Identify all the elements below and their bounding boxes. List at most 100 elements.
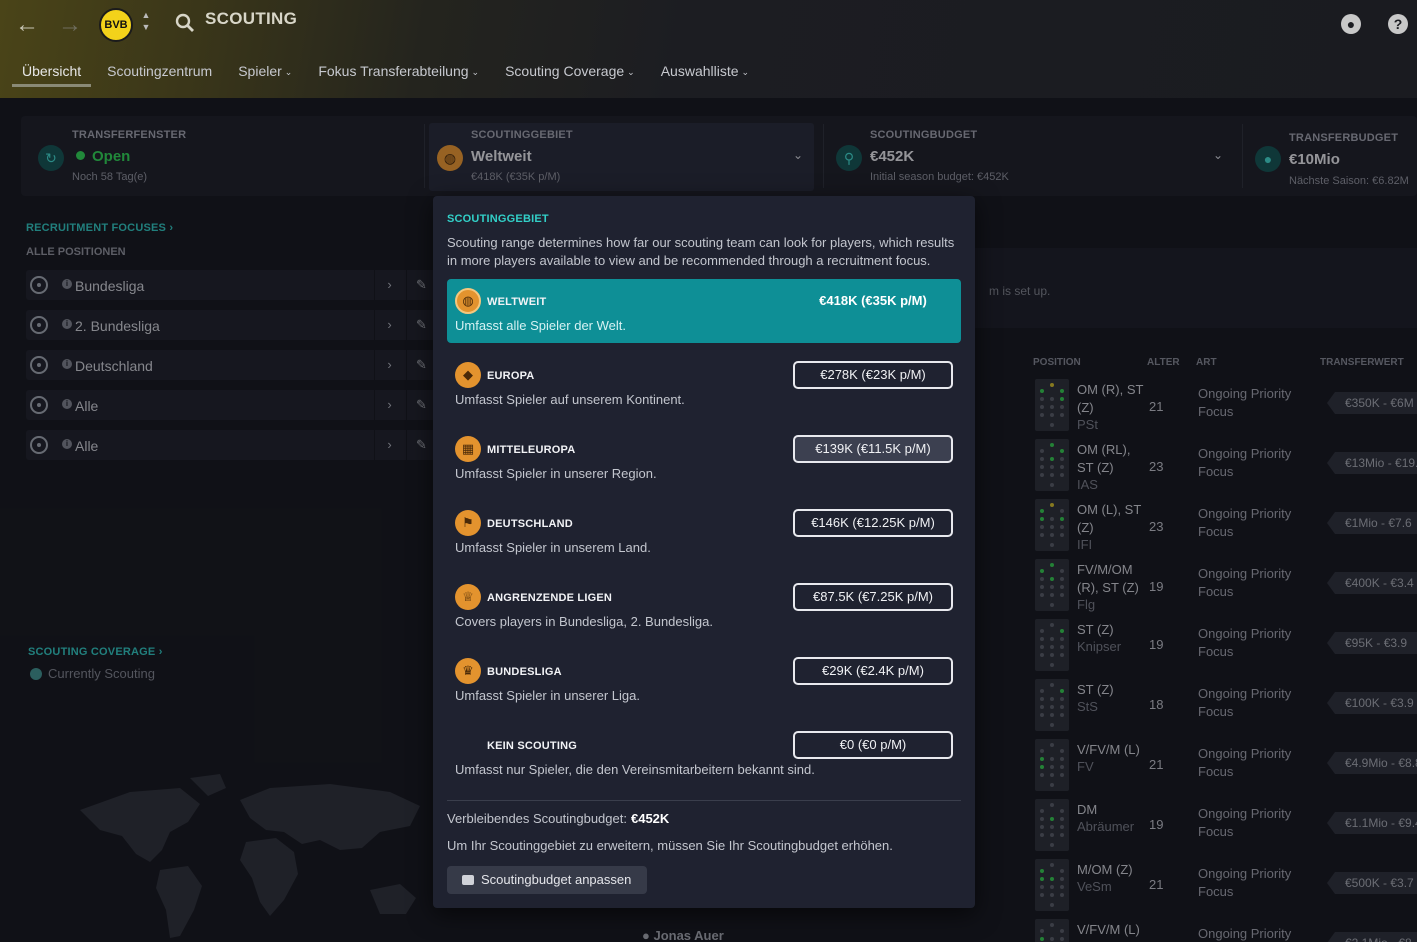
option-cost-button[interactable]: €0 (€0 p/M) [793,731,953,759]
edit-icon[interactable]: ✎ [406,430,436,460]
column-header-position[interactable]: POSITION [1033,357,1081,368]
pitch-dot [1050,473,1054,477]
recruitment-focuses-link[interactable]: RECRUITMENT FOCUSES › [26,222,173,234]
table-row[interactable]: FV/M/OM (R), ST (Z) Flg 19 Ongoing Priority… [1030,555,1417,615]
pitch-dot [1040,869,1044,873]
player-age: 23 [1149,519,1164,534]
pitch-dot [1050,577,1054,581]
option-name: WELTWEIT [487,296,547,308]
option-cost-button[interactable]: €278K (€23K p/M) [793,361,953,389]
tab-players[interactable]: Spieler ⌄ [228,55,302,87]
scouting-option-angrenzende-ligen[interactable]: ♕ ANGRENZENDE LIGEN €87.5K (€7.25K p/M) Cov… [447,575,961,639]
table-row[interactable]: V/FV/M (L) FV 21 Ongoing Priority Focus €4.9… [1030,735,1417,795]
player-name[interactable]: ● Jonas Auer [642,928,724,942]
table-row[interactable]: ST (Z) StS 18 Ongoing Priority Focus €100K -… [1030,675,1417,735]
focus-row[interactable]: i Bundesliga › ✎ ✕ [26,270,455,300]
pitch-dot [1060,765,1064,769]
pitch-dot [1060,877,1064,881]
notification-ball-icon[interactable]: ● [1341,14,1361,34]
chevron-right-icon[interactable]: › [374,390,404,420]
chevron-down-icon: ⌄ [741,67,750,77]
flag-icon: ⚑ [455,510,481,536]
table-row[interactable]: OM (RL), ST (Z) IAS 23 Ongoing Priority Foc… [1030,435,1417,495]
table-row[interactable]: M/OM (Z) VeSm 21 Ongoing Priority Focus €500… [1030,855,1417,915]
position-pitch-icon [1035,859,1069,911]
player-age: 19 [1149,637,1164,652]
option-cost-button[interactable]: €418K (€35K p/M) [793,287,953,315]
tab-shortlist[interactable]: Auswahlliste ⌄ [651,55,759,87]
table-row[interactable]: V/FV/M (L) Ongoing Priority €2.1Mio - €8 [1030,915,1417,942]
scouting-area-popup: SCOUTINGGEBIET Scouting range determines… [433,196,975,908]
pitch-dot [1050,765,1054,769]
pitch-dot [1040,517,1044,521]
chevron-down-icon[interactable]: ⌄ [1213,148,1223,162]
club-switch-chevron-icon[interactable]: ▲ ▼ [139,9,153,39]
tab-scouting-center[interactable]: Scoutingzentrum [97,55,222,87]
table-row[interactable]: OM (R), ST (Z) PSt 21 Ongoing Priority Focu… [1030,375,1417,435]
edit-icon[interactable]: ✎ [406,270,436,300]
info-icon[interactable]: i [62,279,72,289]
chevron-down-icon[interactable]: ⌄ [793,148,803,162]
scouting-option-deutschland[interactable]: ⚑ DEUTSCHLAND €146K (€12.25K p/M) Umfasst S… [447,501,961,565]
scouting-option-weltweit[interactable]: ◍ WELTWEIT €418K (€35K p/M) Umfasst alle Sp… [447,279,961,343]
edit-icon[interactable]: ✎ [406,310,436,340]
scouting-option-europa[interactable]: ◆ EUROPA €278K (€23K p/M) Umfasst Spieler a… [447,353,961,417]
target-icon [30,356,48,374]
table-row[interactable]: ST (Z) Knipser 19 Ongoing Priority Focus €95… [1030,615,1417,675]
world-map[interactable] [70,770,430,942]
column-header-type[interactable]: ART [1196,357,1217,368]
scouting-area-value: Weltweit [471,148,532,165]
chevron-right-icon[interactable]: › [374,350,404,380]
focus-row[interactable]: i Alle › ✎ ✕ [26,430,455,460]
pitch-dot [1050,903,1054,907]
club-crest[interactable]: BVB [99,8,133,42]
focus-type: Ongoing Priority [1198,926,1292,941]
adjust-budget-button[interactable]: Scoutingbudget anpassen [447,866,647,894]
back-arrow-icon[interactable]: ← [12,10,42,40]
scouting-budget-cell[interactable]: ⚲ SCOUTINGBUDGET €452K Initial season bu… [826,116,1236,196]
coverage-legend-label: Currently Scouting [48,666,155,681]
scouting-option-bundesliga[interactable]: ♛ BUNDESLIGA €29K (€2.4K p/M) Umfasst Spiel… [447,649,961,713]
pitch-dot [1060,397,1064,401]
trophy-ribbon-icon: ♕ [455,584,481,610]
chevron-right-icon[interactable]: › [374,270,404,300]
option-cost-button[interactable]: €146K (€12.25K p/M) [793,509,953,537]
info-icon[interactable]: i [62,359,72,369]
info-icon[interactable]: i [62,399,72,409]
scouting-area-cell[interactable]: ◍ SCOUTINGGEBIET Weltweit €418K (€35K p/… [429,116,814,196]
edit-icon[interactable]: ✎ [406,390,436,420]
chevron-right-icon[interactable]: › [374,310,404,340]
scouting-coverage-link[interactable]: SCOUTING COVERAGE › [28,646,163,658]
focus-row[interactable]: i Deutschland › ✎ ✕ [26,350,455,380]
focus-row[interactable]: i Alle › ✎ ✕ [26,390,455,420]
chevron-right-icon[interactable]: › [374,430,404,460]
focus-row[interactable]: i 2. Bundesliga › ✎ ✕ [26,310,455,340]
option-cost-button[interactable]: €87.5K (€7.25K p/M) [793,583,953,611]
pitch-dot [1050,757,1054,761]
tab-scouting-coverage[interactable]: Scouting Coverage ⌄ [495,55,645,87]
option-cost-button[interactable]: €29K (€2.4K p/M) [793,657,953,685]
south-america-shape [156,866,202,938]
column-header-value[interactable]: TRANSFERWERT [1320,357,1404,368]
search-icon[interactable] [174,12,196,34]
column-header-age[interactable]: ALTER [1147,357,1180,368]
edit-icon[interactable]: ✎ [406,350,436,380]
option-name: KEIN SCOUTING [487,740,577,752]
tab-transfer-focus[interactable]: Fokus Transferabteilung ⌄ [308,55,489,87]
info-icon[interactable]: i [62,319,72,329]
info-icon[interactable]: i [62,439,72,449]
option-cost-button[interactable]: €139K (€11.5K p/M) [793,435,953,463]
refresh-icon: ↻ [38,145,64,171]
tab-overview[interactable]: Übersicht [12,55,92,87]
table-row[interactable]: DM Abräumer 19 Ongoing Priority Focus €1.1Mi… [1030,795,1417,855]
forward-arrow-icon[interactable]: → [55,10,85,40]
help-icon[interactable]: ? [1388,14,1408,34]
table-row[interactable]: OM (L), ST (Z) IFI 23 Ongoing Priority Focu… [1030,495,1417,555]
option-description: Umfasst Spieler in unserem Land. [455,540,651,555]
pitch-dot [1040,533,1044,537]
scouting-option-kein-scouting[interactable]: KEIN SCOUTING €0 (€0 p/M) Umfasst nur Spie… [447,723,961,787]
pitch-dot [1060,825,1064,829]
pitch-dot [1040,773,1044,777]
pitch-dot [1050,413,1054,417]
scouting-option-mitteleuropa[interactable]: ▦ MITTELEUROPA €139K (€11.5K p/M) Umfasst S… [447,427,961,491]
